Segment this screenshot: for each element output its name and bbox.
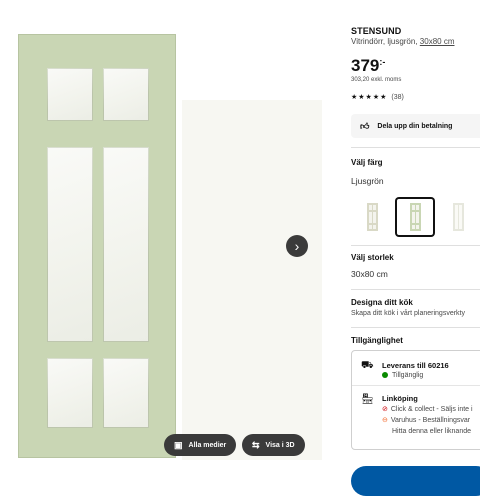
glass-pane [103,68,149,121]
swatch-door-thumb [452,203,464,231]
view-3d-label: Visa i 3D [265,441,295,449]
gallery-icon: ▣ [174,439,183,450]
warning-icon: ⊖ [382,417,388,424]
price-excl-vat: 303,20 exkl. moms [351,77,402,83]
size-heading: Välj storlek [351,253,394,262]
swatch-door-thumb [366,203,378,231]
selected-size: 30x80 cm [351,269,388,279]
color-heading: Välj färg [351,158,383,167]
rotate-3d-icon: ⇆ [252,439,260,450]
availability-heading: Tillgänglighet [351,336,403,345]
design-kitchen-text: Skapa ditt kök i vårt planeringsverkty [351,310,465,317]
view-3d-button[interactable]: ⇆ Visa i 3D [242,434,305,456]
delivery-title[interactable]: Leverans till 60216 [382,361,449,370]
chevron-right-icon: › [294,238,300,254]
rating-stars[interactable]: ★★★★★ (38) [351,93,404,101]
product-name: STENSUND [351,26,402,36]
availability-box: ⛟ Leverans till 60216 Tillgänglig 🏪︎ Lin… [351,350,480,450]
find-similar-link[interactable]: Hitta denna eller liknande [392,428,471,435]
glass-pane [47,147,93,342]
glass-pane [103,358,149,428]
store-icon: 🏪︎ [361,394,374,405]
divider [351,147,480,148]
divider [351,245,480,246]
next-image-button[interactable]: › [286,235,308,257]
all-media-button[interactable]: ▣ Alla medier [164,434,237,456]
image-background [182,100,322,460]
size-link[interactable]: 30x80 cm [420,37,455,46]
unavailable-icon: ⊘ [382,406,388,413]
split-payment-label: Dela upp din betalning [377,122,453,130]
split-payment-button[interactable]: 👍︎ Dela upp din betalning [351,114,480,138]
glass-door-image [18,34,176,458]
selected-color: Ljusgrön [351,176,384,186]
product-description: Vitrindörr, ljusgrön, 30x80 cm [351,37,455,46]
divider [352,385,480,386]
store-stock-status: ⊖ Varuhus - Beställningsvar [382,417,471,424]
glass-pane [47,68,93,121]
all-media-label: Alla medier [188,441,227,449]
delivery-status: Tillgänglig [382,372,423,379]
star-icons: ★★★★★ [351,94,388,101]
add-to-cart-button[interactable] [351,466,480,496]
divider [351,289,480,290]
thumbs-up-icon: 👍︎ [360,120,370,131]
delivery-truck-icon: ⛟ [361,360,374,371]
product-price: 379:- [351,56,386,75]
glass-pane [103,147,149,342]
store-title[interactable]: Linköping [382,394,418,403]
product-image-gallery: › ▣ Alla medier ⇆ Visa i 3D [0,0,330,480]
rating-count: (38) [391,94,404,101]
click-collect-status: ⊘ Click & collect - Säljs inte i [382,406,473,413]
color-swatch-light-green[interactable] [395,197,435,237]
glass-pane [47,358,93,428]
available-dot-icon [382,372,388,379]
product-image[interactable] [0,0,330,480]
color-swatch-grey[interactable] [352,197,392,237]
product-info-panel: STENSUND Vitrindörr, ljusgrön, 30x80 cm … [351,0,480,496]
color-swatch-white[interactable] [438,197,478,237]
divider [351,327,480,328]
swatch-door-thumb [409,203,421,231]
design-kitchen-heading[interactable]: Designa ditt kök [351,298,413,307]
